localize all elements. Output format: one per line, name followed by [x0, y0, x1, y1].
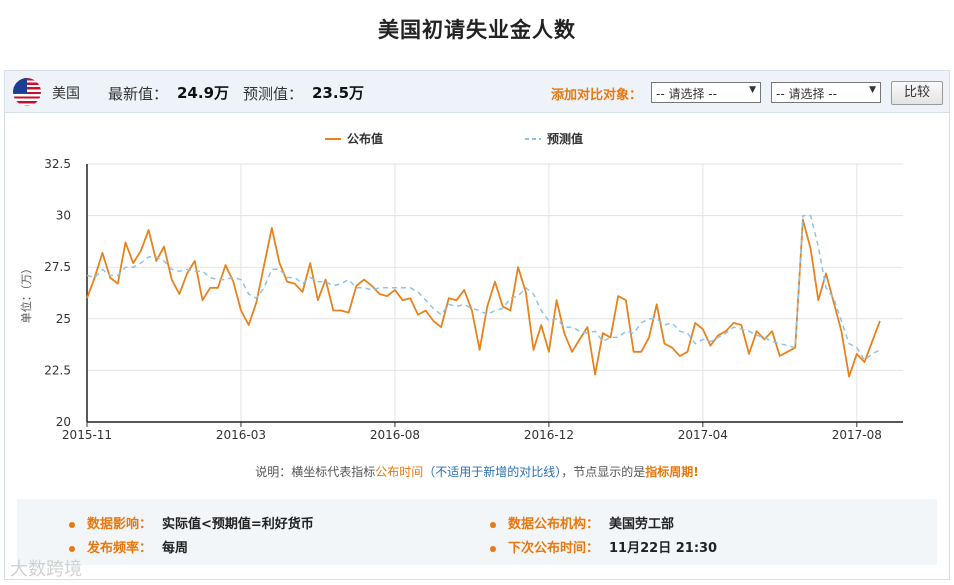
- frequency-row: 发布频率： 每周: [69, 537, 188, 556]
- chart-panel: 美国 最新值： 24.9万 预测值： 23.5万 添加对比对象： -- 请选择 …: [4, 70, 950, 580]
- y-tick-label: 22.5: [44, 363, 71, 377]
- y-axis-label: 单位：（万）: [19, 263, 33, 324]
- y-tick-label: 30: [56, 209, 71, 223]
- watermark: 大数跨境: [10, 559, 82, 580]
- chart-note: 说明：横坐标代表指标公布时间（不适用于新增的对比线），节点显示的是指标周期!: [255, 465, 699, 479]
- legend-label: 预测值: [547, 131, 583, 146]
- info-box: 数据影响： 实际值<预期值=利好货币 数据公布机构： 美国劳工部 发布频率： 每周 下…: [17, 499, 937, 565]
- x-tick-label: 2016-08: [370, 428, 420, 442]
- x-tick-label: 2017-04: [678, 428, 728, 442]
- series-line-forecast: [86, 214, 881, 361]
- legend-label: 公布值: [347, 131, 383, 146]
- impact-row: 数据影响： 实际值<预期值=利好货币: [69, 513, 314, 532]
- page-title: 美国初请失业金人数: [378, 18, 576, 42]
- agency-row: 数据公布机构： 美国劳工部: [490, 513, 674, 532]
- x-tick-label: 2016-03: [216, 428, 266, 442]
- line-chart: 20 22.5 25 27.5 30 32.5 2015-11 2016-03 2016-08 2…: [19, 131, 903, 442]
- y-tick-label: 27.5: [44, 260, 71, 274]
- series-line-actual: [86, 218, 881, 378]
- y-tick-label: 25: [56, 312, 71, 326]
- next-release-row: 下次公布时间： 11月22日 21:30: [490, 537, 717, 556]
- x-tick-label: 2017-08: [832, 428, 882, 442]
- x-tick-label: 2016-12: [524, 428, 574, 442]
- y-tick-label: 32.5: [44, 157, 71, 171]
- y-tick-label: 20: [56, 415, 71, 429]
- x-tick-label: 2015-11: [62, 428, 112, 442]
